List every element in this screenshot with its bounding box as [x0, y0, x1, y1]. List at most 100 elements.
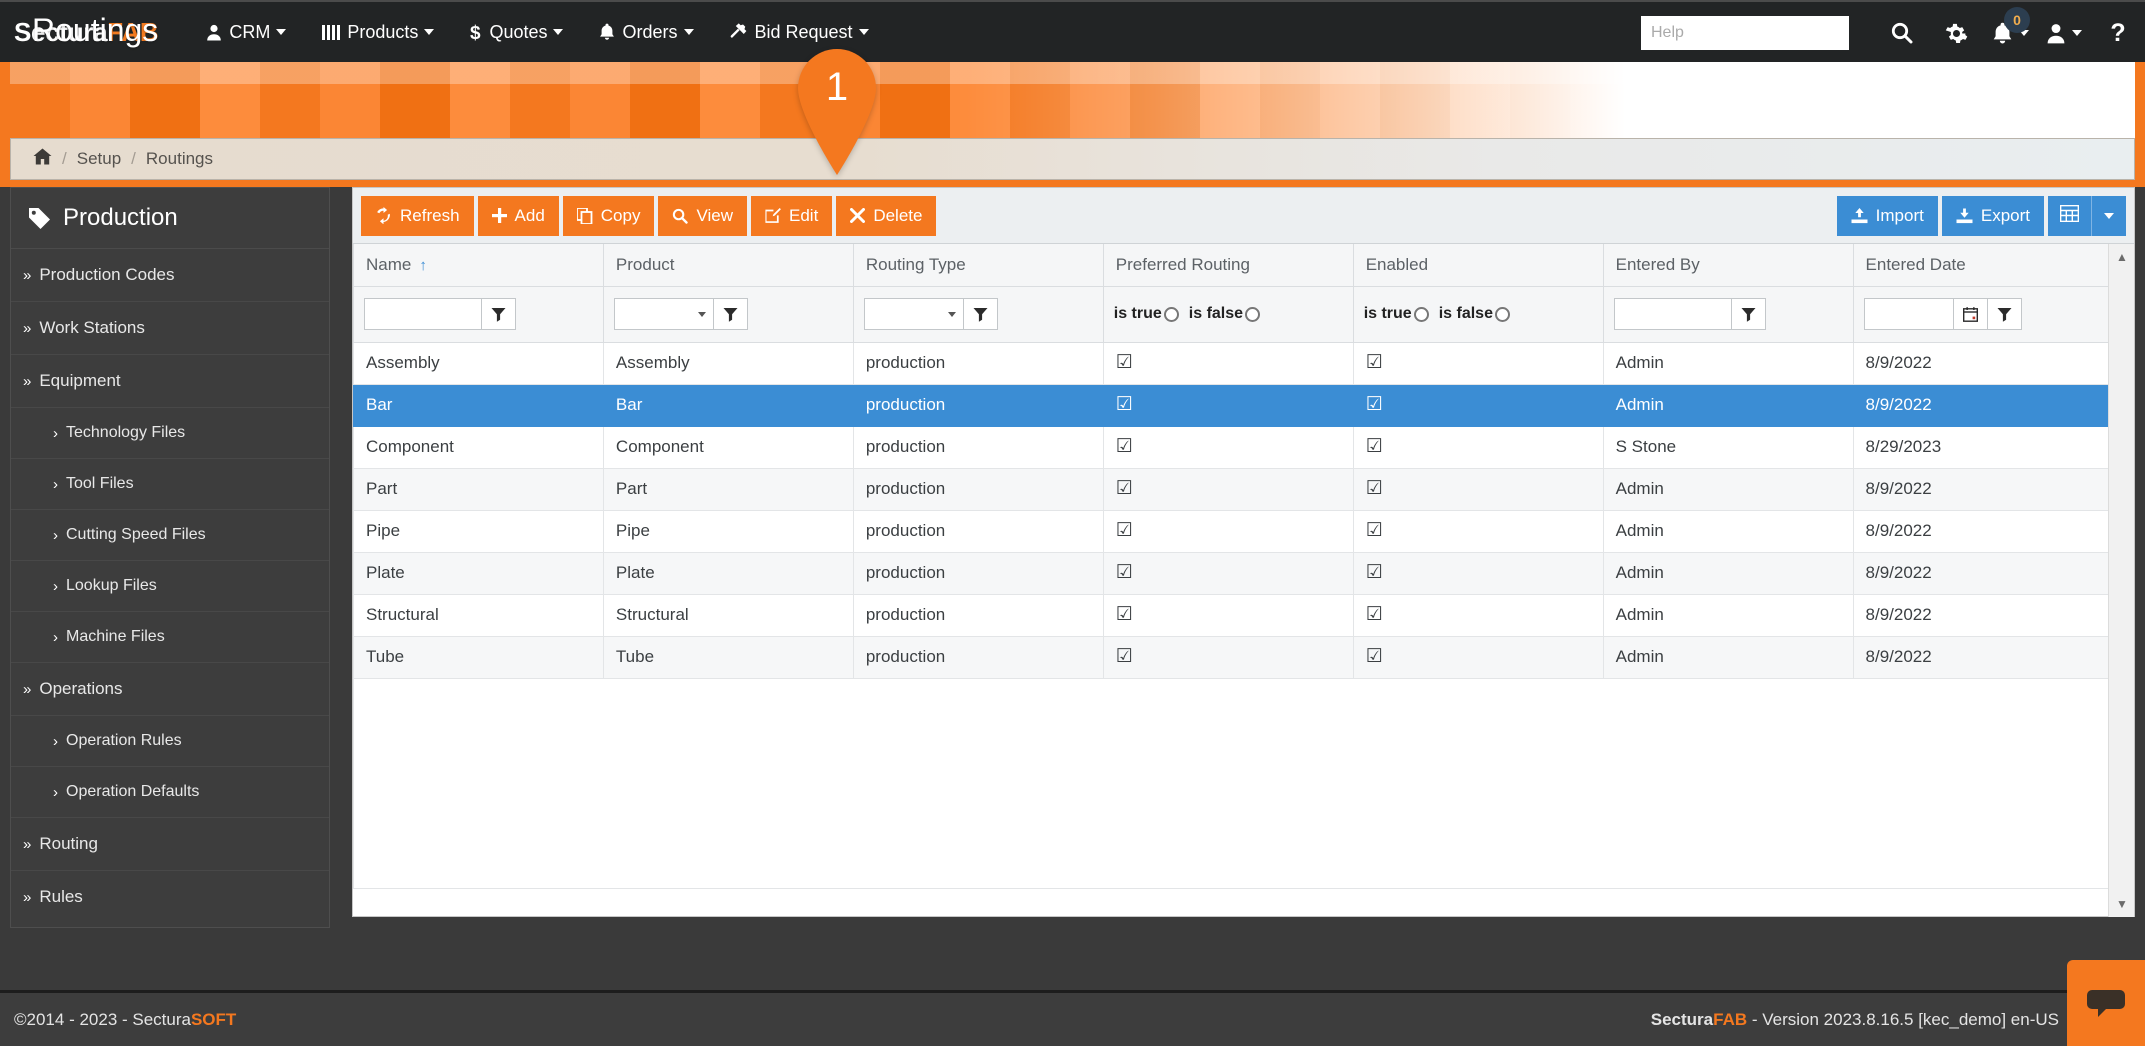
filter-cell-preferred-routing: is true is false [1102, 285, 1354, 343]
checkbox-checked-icon[interactable]: ☑ [1366, 646, 1383, 667]
sidebar-item-operation-rules[interactable]: › Operation Rules [11, 716, 329, 767]
filter-icon[interactable] [1731, 298, 1766, 330]
table-row[interactable]: Part Part production ☑ ☑ Admin 8/9/2022 [353, 467, 2135, 511]
nav-item-products[interactable]: Products [304, 1, 452, 63]
sidebar-item-operations[interactable]: » Operations [11, 663, 329, 716]
sidebar-item-routing[interactable]: » Routing [11, 818, 329, 871]
download-icon [1956, 208, 1973, 224]
checkbox-checked-icon[interactable]: ☑ [1366, 562, 1383, 583]
checkbox-checked-icon[interactable]: ☑ [1116, 352, 1133, 373]
search-icon[interactable] [1875, 2, 1929, 64]
table-row[interactable]: Structural Structural production ☑ ☑ Adm… [353, 593, 2135, 637]
view-button[interactable]: View [658, 195, 748, 236]
checkbox-checked-icon[interactable]: ☑ [1366, 394, 1383, 415]
filter-input-name[interactable] [364, 298, 482, 330]
add-button[interactable]: Add [477, 195, 559, 236]
filter-icon[interactable] [1987, 298, 2022, 330]
table-row[interactable]: Bar Bar production ☑ ☑ Admin 8/9/2022 [353, 383, 2135, 427]
table-row[interactable]: Assembly Assembly production ☑ ☑ Admin 8… [353, 341, 2135, 385]
column-header-enabled[interactable]: Enabled [1352, 244, 1604, 287]
sidebar-item-label: Rules [39, 887, 83, 906]
breadcrumb-item-routings[interactable]: Routings [146, 149, 213, 169]
edit-button[interactable]: Edit [751, 195, 833, 236]
user-menu-button[interactable] [2037, 2, 2091, 64]
column-header-routing-type[interactable]: Routing Type [852, 244, 1104, 287]
column-header-name[interactable]: Name ↑ [353, 244, 604, 287]
checkbox-checked-icon[interactable]: ☑ [1116, 520, 1133, 541]
filter-select-routing-type[interactable] [863, 298, 964, 330]
grid-layout-button[interactable] [2048, 195, 2092, 236]
checkbox-checked-icon[interactable]: ☑ [1116, 562, 1133, 583]
column-header-entered-by[interactable]: Entered By [1602, 244, 1854, 287]
copy-button[interactable]: Copy [562, 195, 655, 236]
filter-radio-enabled-true[interactable] [1413, 306, 1429, 322]
cell-enabled: ☑ [1352, 635, 1604, 679]
sidebar-item-work-stations[interactable]: » Work Stations [11, 302, 329, 355]
table-row[interactable]: Component Component production ☑ ☑ S Sto… [353, 425, 2135, 469]
calendar-icon[interactable] [1953, 298, 1988, 330]
scroll-up-icon[interactable]: ▲ [2109, 244, 2135, 270]
sidebar-item-equipment[interactable]: » Equipment [11, 355, 329, 408]
filter-select-product[interactable] [613, 298, 714, 330]
gear-icon[interactable] [1929, 2, 1983, 64]
export-button[interactable]: Export [1941, 195, 2044, 236]
notifications-button[interactable]: 0 [1983, 2, 2037, 64]
copyright-suffix: SOFT [190, 1009, 237, 1029]
delete-button[interactable]: Delete [836, 195, 937, 236]
cell-entered-date: 8/9/2022 [1852, 635, 2135, 679]
nav-item-quotes[interactable]: $ Quotes [452, 1, 581, 63]
import-button[interactable]: Import [1836, 195, 1938, 236]
checkbox-checked-icon[interactable]: ☑ [1116, 478, 1133, 499]
sidebar-item-operation-defaults[interactable]: › Operation Defaults [11, 767, 329, 818]
sidebar-item-cutting-speed-files[interactable]: › Cutting Speed Files [11, 510, 329, 561]
double-chevron-right-icon: » [23, 319, 32, 337]
help-search-input[interactable] [1641, 16, 1849, 50]
cell-name: Component [353, 425, 604, 469]
home-icon[interactable] [33, 148, 52, 170]
sidebar-item-label: Work Stations [39, 318, 145, 337]
table-row[interactable]: Tube Tube production ☑ ☑ Admin 8/9/2022 [353, 635, 2135, 679]
sidebar-item-machine-files[interactable]: › Machine Files [11, 612, 329, 663]
table-row[interactable]: Plate Plate production ☑ ☑ Admin 8/9/202… [353, 551, 2135, 595]
checkbox-checked-icon[interactable]: ☑ [1116, 436, 1133, 457]
column-header-entered-date[interactable]: Entered Date [1852, 244, 2135, 287]
grid-layout-dropdown-button[interactable] [2092, 195, 2126, 236]
checkbox-checked-icon[interactable]: ☑ [1366, 520, 1383, 541]
filter-icon[interactable] [482, 298, 516, 330]
vertical-scrollbar[interactable]: ▲ ▼ [2108, 244, 2134, 917]
filter-input-entered-by[interactable] [1613, 298, 1732, 330]
table-row[interactable]: Pipe Pipe production ☑ ☑ Admin 8/9/2022 [353, 509, 2135, 553]
nav-item-orders[interactable]: Orders [581, 1, 711, 63]
refresh-button[interactable]: Refresh [361, 195, 474, 236]
breadcrumb-item-setup[interactable]: Setup [77, 149, 121, 169]
filter-radio-enabled-false[interactable] [1494, 306, 1510, 322]
scroll-down-icon[interactable]: ▼ [2109, 891, 2135, 917]
cell-product: Tube [602, 635, 854, 679]
checkbox-checked-icon[interactable]: ☑ [1116, 646, 1133, 667]
sidebar-item-rules[interactable]: » Rules [11, 871, 329, 923]
filter-icon[interactable] [713, 298, 748, 330]
checkbox-checked-icon[interactable]: ☑ [1366, 604, 1383, 625]
filter-icon[interactable] [963, 298, 998, 330]
cell-entered-date: 8/29/2023 [1852, 425, 2135, 469]
checkbox-checked-icon[interactable]: ☑ [1366, 352, 1383, 373]
cell-routing-type: production [852, 383, 1104, 427]
checkbox-checked-icon[interactable]: ☑ [1116, 604, 1133, 625]
nav-item-crm[interactable]: CRM [188, 1, 304, 63]
delete-label: Delete [873, 205, 923, 225]
filter-input-entered-date[interactable] [1863, 298, 1954, 330]
checkbox-checked-icon[interactable]: ☑ [1366, 478, 1383, 499]
sidebar-item-lookup-files[interactable]: › Lookup Files [11, 561, 329, 612]
filter-radio-preferred-false[interactable] [1245, 306, 1261, 322]
filter-radio-preferred-true[interactable] [1163, 306, 1179, 322]
checkbox-checked-icon[interactable]: ☑ [1366, 436, 1383, 457]
sidebar-item-tool-files[interactable]: › Tool Files [11, 459, 329, 510]
help-icon[interactable]: ? [2091, 2, 2145, 64]
sidebar-item-technology-files[interactable]: › Technology Files [11, 408, 329, 459]
chat-widget-button[interactable] [2067, 960, 2145, 1046]
column-header-preferred-routing[interactable]: Preferred Routing [1102, 244, 1354, 287]
sidebar-item-production-codes[interactable]: » Production Codes [11, 249, 329, 302]
checkbox-checked-icon[interactable]: ☑ [1116, 394, 1133, 415]
cell-enabled: ☑ [1352, 467, 1604, 511]
column-header-product[interactable]: Product [602, 244, 854, 287]
